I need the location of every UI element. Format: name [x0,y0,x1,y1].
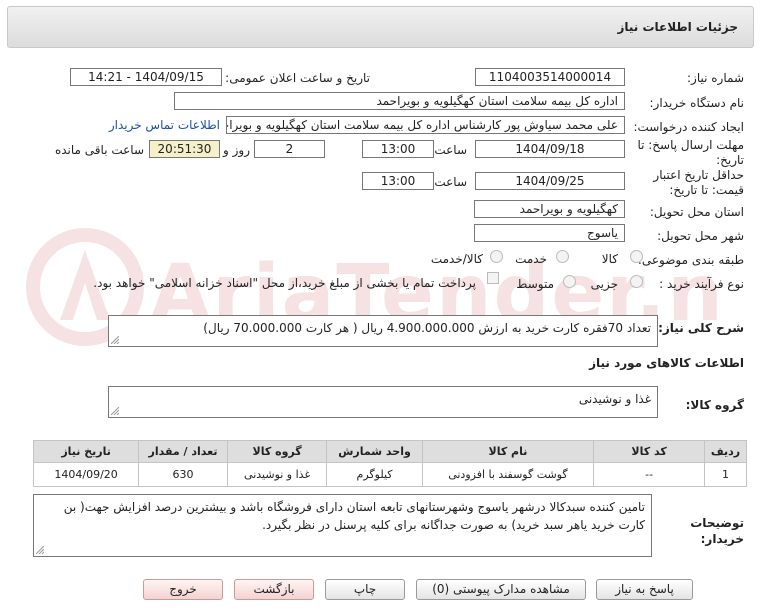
purchase-option-medium: متوسط [516,277,554,291]
need-number-label: شماره نیاز: [687,71,744,85]
treasury-checkbox[interactable] [487,272,499,284]
category-label: طبقه بندی موضوعی: [637,253,744,267]
price-validity-label-1: حداقل تاریخ اعتبار [653,168,744,182]
remaining-time-label: ساعت باقی مانده [54,143,144,157]
col-unit-header: واحد شمارش [326,440,423,463]
price-validity-date[interactable]: 1404/09/25 [475,172,625,190]
response-deadline-date[interactable]: 1404/09/18 [475,140,625,158]
table-header-row: ردیف کد کالا نام کالا واحد شمارش گروه کا… [32,440,748,463]
cell-group: غذا و نوشیدنی [226,462,328,487]
delivery-province-field[interactable]: کهگیلویه و بویراحمد [474,200,625,218]
category-option-goods-service: کالا/خدمت [430,252,483,266]
purchase-option-minor: جزیی [590,277,618,291]
reply-button[interactable]: پاسخ به نیاز [596,579,693,600]
category-radio-goods-service[interactable] [490,250,503,263]
buyer-notes-label-1: توضیحات [690,516,744,530]
goods-info-title: اطلاعات کالاهای مورد نیاز [589,356,744,370]
summary-text: تعداد 70فقره کارت خرید به ارزش 4.900.000… [203,321,651,335]
goods-table: ردیف کد کالا نام کالا واحد شمارش گروه کا… [32,440,748,487]
col-date-header: تاریخ نیاز [32,440,140,463]
goods-group-label: گروه کالا: [685,398,744,412]
goods-group-text: غذا و نوشیدنی [578,392,651,406]
announce-datetime-field[interactable]: 1404/09/15 - 14:21 [70,68,222,86]
cell-qty: 630 [138,462,228,487]
print-button[interactable]: چاپ [325,579,405,600]
buyer-org-label: نام دستگاه خریدار: [649,96,745,110]
need-number-field[interactable]: 1104003514000014 [475,68,625,86]
buyer-notes-label-2: خریدار: [700,532,744,546]
summary-label: شرح کلی نیاز: [658,321,744,335]
table-row[interactable]: 1 -- گوشت گوسفند با افزودنی کیلوگرم غذا … [32,462,748,487]
page-title: جزئیات اطلاعات نیاز [7,6,754,48]
attachments-button[interactable]: مشاهده مدارک پیوستی (0) [416,579,586,600]
requester-field[interactable]: علی محمد سیاوش پور کارشناس اداره کل بیمه… [226,116,625,134]
category-radio-service[interactable] [556,250,569,263]
exit-button[interactable]: خروج [143,579,223,600]
cell-unit: کیلوگرم [326,462,423,487]
remaining-time-field[interactable]: 20:51:30 [149,140,220,158]
category-option-service: خدمت [515,252,547,266]
resize-grip-icon[interactable] [111,336,119,344]
buyer-notes-text: تامین کننده سبدکالا درشهر یاسوج وشهرستان… [63,500,645,532]
treasury-note: پرداخت تمام یا بخشی از مبلغ خرید،از محل … [93,276,476,290]
resize-grip-icon[interactable] [111,407,119,415]
purchase-radio-medium[interactable] [563,275,576,288]
purchase-type-label: نوع فرآیند خرید : [659,277,744,291]
category-radio-goods[interactable] [630,250,643,263]
delivery-province-label: استان محل تحویل: [649,205,744,219]
buyer-org-field[interactable]: اداره کل بیمه سلامت استان کهگیلویه و بوی… [174,92,625,110]
response-deadline-time[interactable]: 13:00 [362,140,434,158]
col-qty-header: تعداد / مقدار [138,440,228,463]
purchase-radio-minor[interactable] [630,275,643,288]
requester-label: ایجاد کننده درخواست: [633,120,744,134]
announce-datetime-label: تاریخ و ساعت اعلان عمومی: [225,71,370,85]
col-group-header: گروه کالا [226,440,328,463]
col-code-header: کد کالا [593,440,705,463]
col-row-header: ردیف [703,440,748,463]
response-deadline-label-1: مهلت ارسال پاسخ: تا [637,138,744,152]
buyer-notes-textarea[interactable]: تامین کننده سبدکالا درشهر یاسوج وشهرستان… [33,494,652,557]
days-label: روز و [223,143,250,157]
summary-textarea[interactable]: تعداد 70فقره کارت خرید به ارزش 4.900.000… [108,315,658,347]
cell-row: 1 [703,462,748,487]
goods-group-textarea[interactable]: غذا و نوشیدنی [108,386,658,418]
buyer-contact-link[interactable]: اطلاعات تماس خریدار [109,118,220,132]
days-remaining-field[interactable]: 2 [254,140,325,158]
category-option-goods: کالا [601,252,618,266]
price-validity-label-2: قیمت: تا تاریخ: [669,183,744,197]
resize-grip-icon[interactable] [36,546,44,554]
delivery-city-label: شهر محل تحویل: [657,229,744,243]
cell-date: 1404/09/20 [32,462,140,487]
delivery-city-field[interactable]: یاسوج [474,224,625,242]
response-time-label: ساعت [434,143,467,157]
header: جزئیات اطلاعات نیاز [0,0,761,48]
col-name-header: نام کالا [421,440,595,463]
price-validity-time-label: ساعت [434,175,467,189]
back-button[interactable]: بازگشت [234,579,314,600]
price-validity-time[interactable]: 13:00 [362,172,434,190]
response-deadline-label-2: تاریخ: [716,153,744,167]
cell-name: گوشت گوسفند با افزودنی [421,462,595,487]
cell-code: -- [593,462,705,487]
